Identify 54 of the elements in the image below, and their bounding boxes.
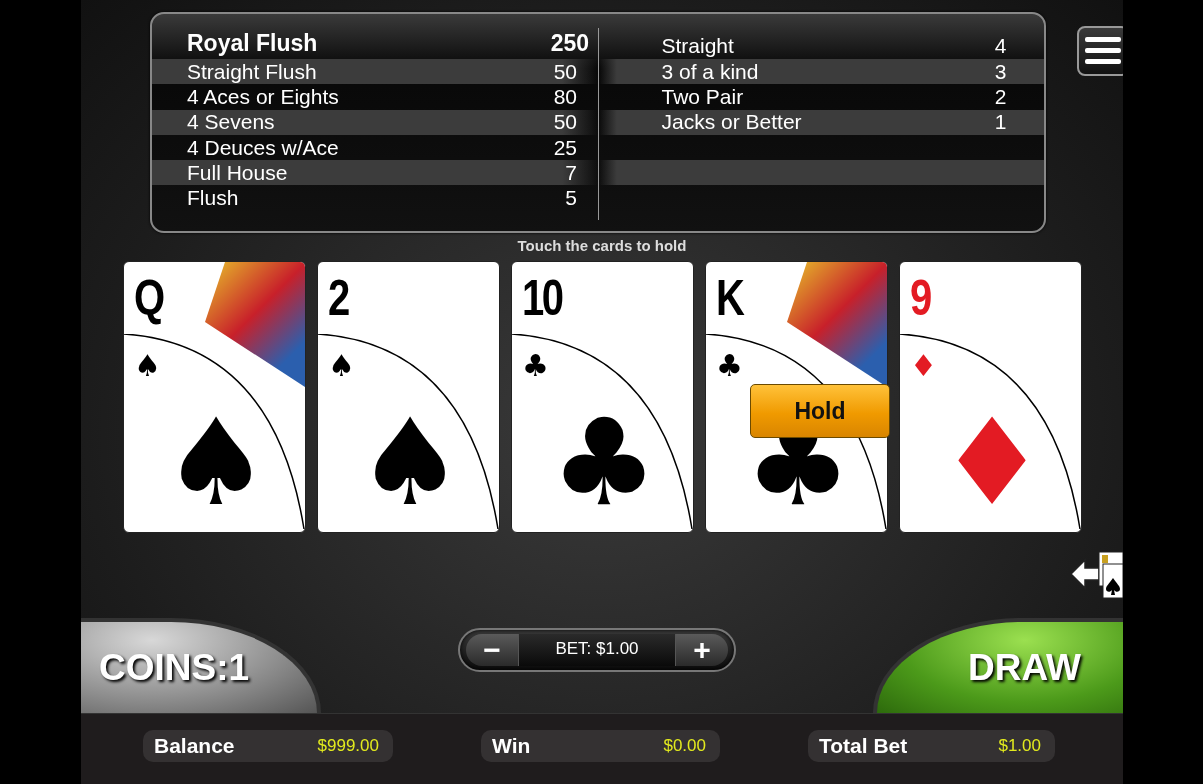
card-rank: 2	[328, 272, 348, 324]
playing-card[interactable]: 9 ♦ ♦	[899, 261, 1082, 533]
payout: 250	[549, 30, 589, 57]
payout: 50	[552, 59, 577, 84]
playing-card[interactable]: Q ♠ ♠	[123, 261, 306, 533]
payout: 50	[552, 110, 577, 135]
increase-bet-button[interactable]: +	[676, 634, 728, 666]
center-suit: ♦	[938, 398, 1046, 528]
bet-amount: BET: $1.00	[518, 634, 676, 666]
center-suit: ♠	[162, 398, 270, 528]
stat-label: Total Bet	[819, 734, 908, 758]
hand-name: Flush	[187, 186, 240, 211]
payout: 25	[552, 135, 577, 160]
payout: 4	[993, 34, 1007, 58]
decrease-bet-button[interactable]: −	[466, 634, 518, 666]
corner-suit: ♣	[716, 350, 743, 382]
corner-suit: ♦	[910, 350, 937, 382]
hand-name: 3 of a kind	[661, 59, 760, 84]
playing-card[interactable]: 2 ♠ ♠	[317, 261, 500, 533]
card-rank: 10	[522, 272, 562, 324]
card-rank: Q	[134, 272, 163, 324]
hand-name: Straight	[661, 34, 735, 58]
corner-suit: ♠	[328, 350, 355, 382]
payout: 7	[564, 160, 577, 185]
hold-hint: Touch the cards to hold	[517, 237, 687, 254]
stat-value: $0.00	[663, 736, 706, 756]
hold-button[interactable]: Hold	[750, 384, 890, 438]
corner-suit: ♣	[522, 350, 549, 382]
payout: 5	[564, 186, 577, 211]
center-suit: ♠	[356, 398, 464, 528]
stat-label: Balance	[154, 734, 235, 758]
hand-name: 4 Deuces w/Ace	[187, 135, 340, 160]
payout: 3	[993, 59, 1007, 84]
menu-button[interactable]	[1077, 26, 1123, 76]
hand-name: Straight Flush	[187, 59, 318, 84]
stat-label: Win	[492, 734, 531, 758]
hand-name: Two Pair	[661, 84, 745, 109]
stat-value: $1.00	[998, 736, 1041, 756]
hand-name: Full House	[187, 160, 289, 185]
stat-value: $999.00	[317, 736, 379, 756]
center-suit: ♣	[550, 398, 658, 528]
hand-name: Jacks or Better	[661, 110, 803, 135]
playing-card[interactable]: 10 ♣ ♣	[511, 261, 694, 533]
payout: 1	[993, 110, 1007, 135]
payout: 80	[552, 84, 577, 109]
change-deck-icon[interactable]	[1069, 550, 1123, 600]
card-rank: 9	[910, 272, 930, 324]
hand-name: 4 Aces or Eights	[187, 84, 340, 109]
card-rank: K	[716, 272, 743, 324]
payout: 2	[993, 84, 1007, 109]
hand-name: Royal Flush	[187, 30, 319, 57]
menu-icon	[1085, 37, 1121, 65]
corner-suit: ♠	[134, 350, 161, 382]
hand-name: 4 Sevens	[187, 110, 276, 135]
